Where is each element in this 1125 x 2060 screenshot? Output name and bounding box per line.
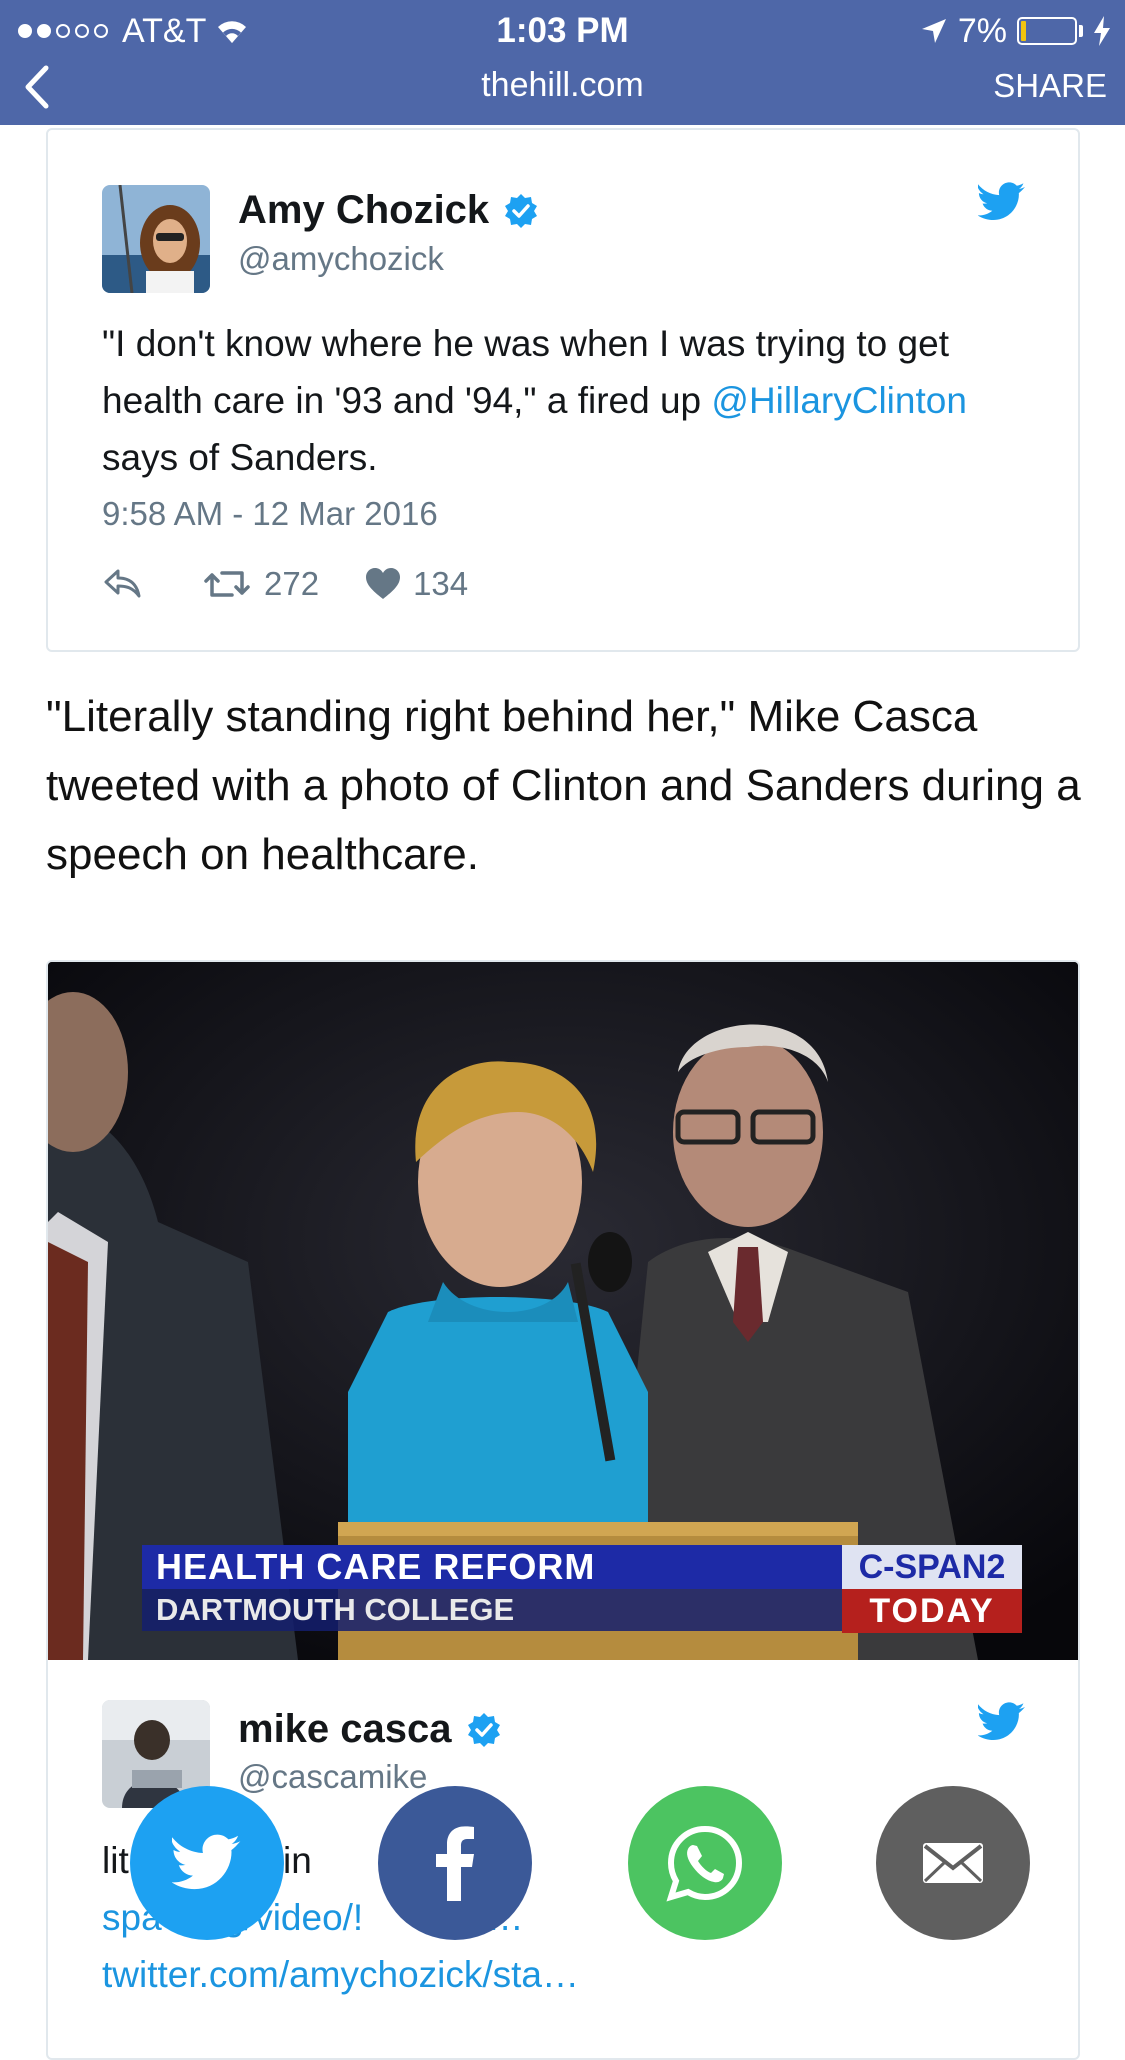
retweet-icon[interactable]: [202, 567, 252, 601]
top-bar: AT&T 1:03 PM 7% thehill.com SHARE: [0, 0, 1125, 125]
twitter-bird-icon[interactable]: [978, 182, 1026, 222]
twitter-bird-icon: [172, 1834, 241, 1890]
location-arrow-icon: [921, 19, 946, 43]
retweet-action[interactable]: 272: [202, 565, 319, 603]
network-tag: TODAY: [842, 1589, 1022, 1633]
battery-nub: [1079, 25, 1083, 37]
avatar[interactable]: [102, 185, 210, 293]
lower-third-title: HEALTH CARE REFORM: [142, 1545, 842, 1589]
whatsapp-phone-icon: [666, 1825, 743, 1902]
mention-link[interactable]: @HillaryClinton: [711, 380, 967, 421]
tweet-actions: 272 134: [102, 565, 468, 603]
like-action[interactable]: 134: [365, 565, 468, 603]
tweet-text: "I don't know where he was when I was tr…: [102, 315, 1032, 486]
author-handle[interactable]: @cascamike: [238, 1758, 427, 1796]
network-logo: C-SPAN2: [842, 1545, 1022, 1589]
twitter-bird-icon[interactable]: [978, 1702, 1026, 1742]
tweet-text-after: says of Sanders.: [102, 437, 378, 478]
battery-icon: [1017, 17, 1077, 45]
embedded-tweet[interactable]: Amy Chozick @amychozick "I don't know wh…: [46, 128, 1080, 652]
heart-icon[interactable]: [365, 567, 401, 601]
charging-bolt-icon: [1094, 16, 1110, 46]
share-facebook-button[interactable]: [378, 1786, 532, 1940]
author-handle[interactable]: @amychozick: [238, 240, 444, 278]
retweet-count: 272: [264, 565, 320, 602]
verified-badge-icon: [467, 1712, 500, 1747]
author-name[interactable]: Amy Chozick: [238, 188, 489, 233]
envelope-icon: [923, 1843, 983, 1883]
share-whatsapp-button[interactable]: [628, 1786, 782, 1940]
share-button[interactable]: SHARE: [993, 64, 1107, 108]
share-email-button[interactable]: [876, 1786, 1030, 1940]
facebook-f-icon: [436, 1826, 474, 1901]
battery-percent: 7%: [957, 11, 1007, 50]
share-twitter-button[interactable]: [130, 1786, 284, 1940]
status-right: 7%: [920, 10, 1111, 52]
verified-badge-icon: [505, 193, 538, 228]
article-paragraph: "Literally standing right behind her," M…: [46, 692, 1081, 879]
tweet-author[interactable]: mike casca: [238, 1707, 502, 1752]
tweet-author[interactable]: Amy Chozick: [238, 188, 539, 233]
lower-third: HEALTH CARE REFORM DARTMOUTH COLLEGE: [142, 1545, 882, 1635]
tweet-media-image[interactable]: HEALTH CARE REFORM DARTMOUTH COLLEGE C-S…: [48, 962, 1078, 1660]
page-domain: thehill.com: [481, 66, 644, 104]
quoted-tweet-link[interactable]: twitter.com/amychozick/sta…: [102, 1946, 1032, 2003]
lower-third-subtitle: DARTMOUTH COLLEGE: [142, 1589, 842, 1631]
reply-icon[interactable]: [102, 567, 144, 601]
author-name[interactable]: mike casca: [238, 1707, 452, 1752]
like-count: 134: [413, 565, 469, 602]
tweet-timestamp[interactable]: 9:58 AM - 12 Mar 2016: [102, 495, 438, 533]
